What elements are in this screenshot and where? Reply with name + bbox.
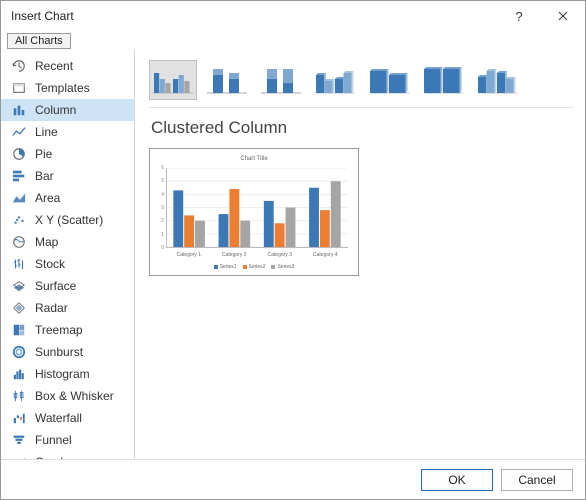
sidebar-item-label: Radar <box>35 301 68 315</box>
content-pane: Clustered Column Chart Title 0 1 2 3 4 5 6 Categ… <box>135 49 585 459</box>
sidebar-item-surface[interactable]: Surface <box>1 275 134 297</box>
column-subtype-4[interactable] <box>365 60 413 100</box>
subtype-title: Clustered Column <box>151 118 573 138</box>
sidebar-item-bar[interactable]: Bar <box>1 165 134 187</box>
boxwhisker-icon <box>11 388 27 404</box>
sidebar-item-stock[interactable]: Stock <box>1 253 134 275</box>
sidebar-item-label: Bar <box>35 169 54 183</box>
sidebar-item-line[interactable]: Line <box>1 121 134 143</box>
column-subtype-6[interactable] <box>473 60 521 100</box>
histogram-icon <box>11 366 27 382</box>
sidebar-item-label: X Y (Scatter) <box>35 213 103 227</box>
close-icon <box>558 11 568 21</box>
help-button[interactable]: ? <box>497 1 541 31</box>
sidebar-item-column[interactable]: Column <box>1 99 134 121</box>
radar-icon <box>11 300 27 316</box>
main-area: Recent Templates Column Line Pie Bar Area X Y (… <box>1 49 585 459</box>
sidebar-item-label: Sunburst <box>35 345 83 359</box>
chart-legend: Series1Series2Series3 <box>154 264 354 270</box>
sidebar-item-label: Map <box>35 235 58 249</box>
sidebar-item-label: Recent <box>35 59 73 73</box>
treemap-icon <box>11 322 27 338</box>
recent-icon <box>11 58 27 74</box>
chart-type-sidebar: Recent Templates Column Line Pie Bar Area X Y (… <box>1 49 135 459</box>
ok-button[interactable]: OK <box>421 469 493 491</box>
chart-preview[interactable]: Chart Title 0 1 2 3 4 5 6 Category 1Category 2Ca… <box>149 148 359 276</box>
sidebar-item-label: Stock <box>35 257 65 271</box>
sidebar-item-label: Histogram <box>35 367 90 381</box>
sidebar-item-boxwhisker[interactable]: Box & Whisker <box>1 385 134 407</box>
sidebar-item-histogram[interactable]: Histogram <box>1 363 134 385</box>
ytick-label: 1 <box>156 232 164 238</box>
stock-icon <box>11 256 27 272</box>
sidebar-item-waterfall[interactable]: Waterfall <box>1 407 134 429</box>
dialog-title: Insert Chart <box>11 9 74 23</box>
ytick-label: 5 <box>156 178 164 184</box>
tabs-row: All Charts <box>1 31 585 49</box>
sidebar-item-label: Pie <box>35 147 52 161</box>
sunburst-icon <box>11 344 27 360</box>
sidebar-item-map[interactable]: Map <box>1 231 134 253</box>
pie-icon <box>11 146 27 162</box>
sidebar-item-label: Templates <box>35 81 90 95</box>
column-subtype-2[interactable] <box>257 60 305 100</box>
sidebar-item-label: Area <box>35 191 60 205</box>
ytick-label: 4 <box>156 192 164 198</box>
sidebar-item-treemap[interactable]: Treemap <box>1 319 134 341</box>
sidebar-item-label: Box & Whisker <box>35 389 114 403</box>
cancel-button[interactable]: Cancel <box>501 469 573 491</box>
surface-icon <box>11 278 27 294</box>
insert-chart-dialog: Insert Chart ? All Charts Recent Template… <box>0 0 586 500</box>
sidebar-item-templates[interactable]: Templates <box>1 77 134 99</box>
funnel-icon <box>11 432 27 448</box>
sidebar-item-label: Column <box>35 103 76 117</box>
templates-icon <box>11 80 27 96</box>
map-icon <box>11 234 27 250</box>
column-icon <box>11 102 27 118</box>
sidebar-item-xy[interactable]: X Y (Scatter) <box>1 209 134 231</box>
bar-icon <box>11 168 27 184</box>
ytick-label: 6 <box>156 165 164 171</box>
column-subtype-1[interactable] <box>203 60 251 100</box>
ytick-label: 0 <box>156 245 164 251</box>
chart-plot <box>166 168 348 248</box>
area-icon <box>11 190 27 206</box>
column-subtype-5[interactable] <box>419 60 467 100</box>
column-subtype-0[interactable] <box>149 60 197 100</box>
sidebar-item-pie[interactable]: Pie <box>1 143 134 165</box>
xy-icon <box>11 212 27 228</box>
waterfall-icon <box>11 410 27 426</box>
sidebar-item-area[interactable]: Area <box>1 187 134 209</box>
subtype-strip <box>149 57 573 103</box>
separator <box>149 107 573 108</box>
sidebar-item-radar[interactable]: Radar <box>1 297 134 319</box>
sidebar-item-label: Treemap <box>35 323 83 337</box>
sidebar-item-sunburst[interactable]: Sunburst <box>1 341 134 363</box>
chart-preview-inner: Chart Title 0 1 2 3 4 5 6 Category 1Category 2Ca… <box>154 152 354 272</box>
sidebar-item-label: Waterfall <box>35 411 82 425</box>
tab-all-charts[interactable]: All Charts <box>7 33 71 49</box>
sidebar-item-combo[interactable]: Combo <box>1 451 134 459</box>
chart-title: Chart Title <box>154 156 354 162</box>
sidebar-item-recent[interactable]: Recent <box>1 55 134 77</box>
category-labels: Category 1Category 2Category 3Category 4 <box>166 252 348 258</box>
line-icon <box>11 124 27 140</box>
ytick-label: 3 <box>156 205 164 211</box>
titlebar: Insert Chart ? <box>1 1 585 31</box>
close-button[interactable] <box>541 1 585 31</box>
sidebar-item-label: Funnel <box>35 433 72 447</box>
column-subtype-3[interactable] <box>311 60 359 100</box>
sidebar-item-label: Surface <box>35 279 76 293</box>
dialog-footer: OK Cancel <box>1 459 585 499</box>
ytick-label: 2 <box>156 218 164 224</box>
sidebar-item-funnel[interactable]: Funnel <box>1 429 134 451</box>
sidebar-item-label: Line <box>35 125 58 139</box>
